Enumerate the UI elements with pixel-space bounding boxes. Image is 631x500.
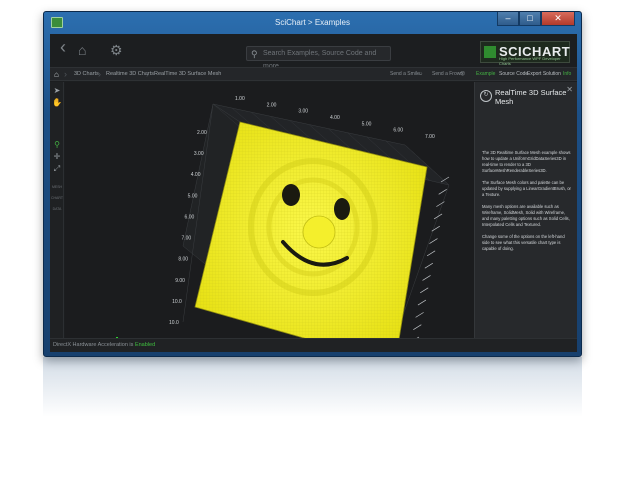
panel-paragraph: The Surface Mesh colors and palette can … (482, 180, 571, 197)
window-reflection (43, 357, 582, 417)
minimize-button[interactable]: – (497, 12, 519, 26)
tab-export-solution[interactable]: Export Solution (524, 68, 564, 80)
panel-paragraph: Many mesh options are available such as … (482, 204, 570, 227)
status-value: Enabled (134, 342, 156, 348)
close-panel-icon[interactable]: ✕ (566, 85, 573, 94)
send-frown-link[interactable]: Send a Frown (432, 71, 463, 77)
close-button[interactable]: ✕ (541, 12, 575, 26)
send-smile-link[interactable]: Send a Smile (390, 71, 420, 77)
y-tick-mark (415, 312, 424, 318)
tab-info[interactable]: Info (560, 68, 574, 80)
home-breadcrumb-icon[interactable]: ⌂ (54, 70, 59, 79)
y-tick-mark (424, 262, 434, 269)
z-tick-label: 6.00 (185, 214, 195, 220)
tool-label-chart[interactable]: CHART (50, 196, 64, 200)
z-tick-label: 9.00 (175, 278, 185, 284)
logo-mark-icon (484, 46, 496, 58)
x-tick-label: 2.00 (267, 102, 277, 108)
breadcrumb-item-3d-charts[interactable]: 3D Charts (74, 71, 99, 77)
hand-icon[interactable]: ✋ (52, 98, 62, 107)
y-tick-mark (413, 324, 422, 330)
x-tick-label: 7.00 (425, 134, 435, 140)
back-icon[interactable]: ‹ (60, 38, 66, 56)
title-bar: SciChart > Examples – □ ✕ (44, 12, 581, 34)
zoom-icon[interactable]: ⚲ (52, 140, 62, 149)
pan-icon[interactable]: ✛ (52, 152, 62, 161)
y-tick-mark (422, 275, 431, 281)
app-window: SciChart > Examples – □ ✕ ‹ ⌂ ⚙ ⚲ Search… (43, 11, 582, 357)
breadcrumb-separator-icon: › (64, 69, 67, 79)
panel-body: The 3D Realtime Surface Mesh example sho… (482, 150, 572, 258)
panel-title: RealTime 3D Surface Mesh (495, 88, 567, 106)
maximize-button[interactable]: □ (519, 12, 541, 26)
nose-bump (302, 215, 336, 249)
y-tick-mark (438, 189, 447, 195)
y-tick-mark (431, 225, 440, 232)
search-input[interactable]: ⚲ Search Examples, Source Code and more.… (246, 46, 391, 70)
client-area: ‹ ⌂ ⚙ ⚲ Search Examples, Source Code and… (50, 34, 577, 352)
settings-icon[interactable]: ⚙ (110, 43, 123, 57)
y-tick-mark (417, 299, 427, 306)
z-tick-label: 7.00 (181, 236, 191, 242)
z-tick-label: 10.0 (172, 299, 182, 305)
logo-subtext: High Performance WPF Developer Charts (499, 56, 561, 66)
home-icon[interactable]: ⌂ (78, 43, 86, 57)
search-icon: ⚲ (251, 49, 258, 59)
tool-label-data[interactable]: DATA (50, 207, 64, 211)
status-bar: DirectX Hardware Acceleration is Enabled (50, 338, 577, 352)
z-tick-label: 8.00 (178, 257, 188, 263)
breadcrumb: ⌂ › 3D Charts › Realtime 3D Charts › Rea… (50, 67, 577, 81)
z-tick-label: 2.00 (197, 130, 207, 136)
tab-example[interactable]: Example (473, 68, 498, 80)
info-panel: ↻ RealTime 3D Surface Mesh ✕ The 3D Real… (474, 82, 577, 338)
tool-label-mesh[interactable]: MESH (50, 185, 64, 189)
panel-paragraph: Change some of the options on the left-h… (482, 234, 565, 251)
z-tick-label: 5.00 (188, 193, 198, 199)
breadcrumb-separator-icon: › (146, 69, 149, 79)
z-tick-label: 10.0 (169, 320, 179, 326)
smile-icon[interactable]: ☺ (418, 71, 423, 77)
info-refresh-icon: ↻ (480, 90, 492, 102)
y-tick-mark (429, 238, 438, 244)
x-tick-label: 1.00 (235, 96, 245, 102)
left-eye (282, 184, 300, 206)
scichart-logo: SCICHART High Performance WPF Developer … (480, 41, 570, 66)
x-tick-label: 6.00 (393, 128, 403, 134)
status-label: DirectX Hardware Acceleration is (53, 342, 134, 348)
z-tick-label: 3.00 (194, 151, 204, 157)
x-tick-label: 4.00 (330, 115, 340, 121)
frown-icon[interactable]: ☹ (460, 71, 465, 77)
tool-strip: ➤ ✋ ⚲ ✛ ⤢ MESH CHART DATA (50, 82, 64, 338)
x-tick-label: 5.00 (362, 121, 372, 127)
chart-svg[interactable]: 2.00 3.00 4.00 5.00 6.00 7.00 8.00 9.00 10.0 10.0… (65, 82, 474, 338)
right-eye (334, 198, 350, 220)
panel-paragraph: The 3D Realtime Surface Mesh example sho… (482, 150, 571, 173)
y-tick-mark (426, 250, 436, 257)
x-tick-label: 3.00 (298, 109, 308, 115)
y-tick-mark (436, 201, 445, 207)
breadcrumb-item-current[interactable]: RealTime 3D Surface Mesh (154, 71, 221, 77)
z-tick-label: 4.00 (191, 172, 201, 178)
toolbar: ‹ ⌂ ⚙ ⚲ Search Examples, Source Code and… (50, 34, 577, 70)
reflection-text (52, 361, 54, 367)
y-tick-mark (433, 213, 443, 220)
y-tick-mark (420, 287, 429, 294)
breadcrumb-separator-icon: › (98, 69, 101, 79)
zoom-extents-icon[interactable]: ⤢ (52, 164, 62, 174)
pointer-icon[interactable]: ➤ (52, 86, 62, 95)
surface-mesh-chart[interactable]: 2.00 3.00 4.00 5.00 6.00 7.00 8.00 9.00 10.0 10.0… (65, 82, 474, 338)
